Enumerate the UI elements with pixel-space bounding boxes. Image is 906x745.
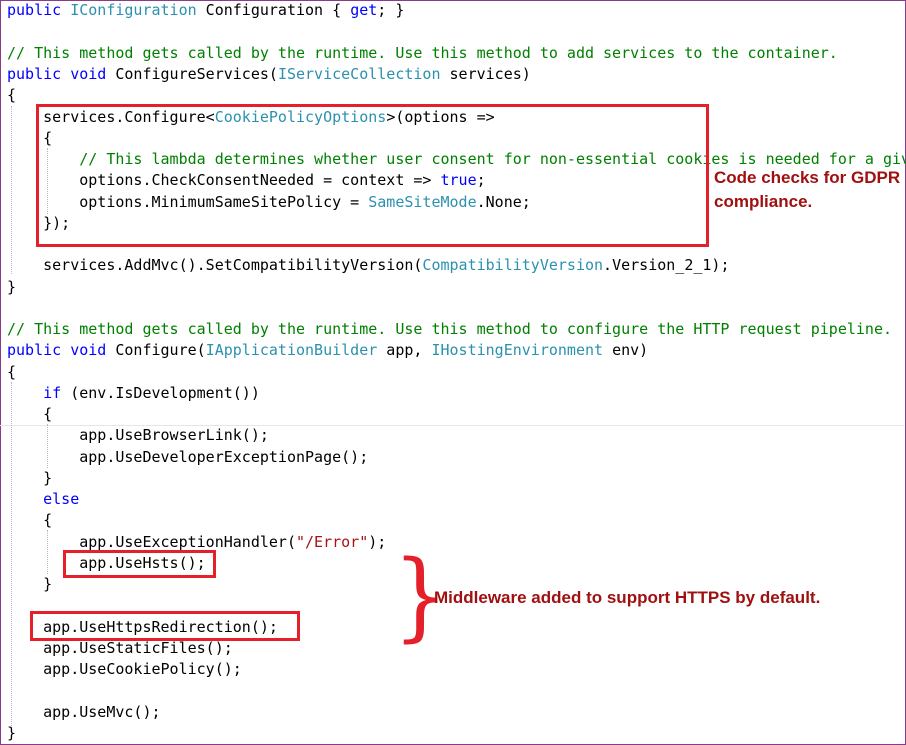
code-token: public (7, 341, 62, 359)
gdpr-annotation: Code checks for GDPR compliance. (714, 166, 900, 214)
code-token: public (7, 1, 62, 19)
code-line: app.UseMvc(); (7, 702, 161, 723)
code-token: env) (603, 341, 649, 359)
code-token: if (43, 384, 62, 402)
code-token: { (7, 405, 53, 423)
code-token: app.UseBrowserLink(); (7, 426, 269, 444)
code-token: { (7, 511, 53, 529)
code-line: { (7, 85, 16, 106)
code-line: { (7, 404, 52, 425)
code-token: Configuration { (196, 1, 351, 19)
code-line: app.UseDeveloperExceptionPage(); (7, 447, 368, 468)
https-annotation: Middleware added to support HTTPS by def… (434, 588, 821, 607)
code-token: app.UseDeveloperExceptionPage(); (7, 448, 369, 466)
code-token: app.UseCookiePolicy(); (7, 660, 242, 678)
code-token: (env.IsDevelopment()) (61, 384, 260, 402)
code-line: services.AddMvc().SetCompatibilityVersio… (7, 255, 729, 276)
code-token: } (7, 278, 17, 296)
code-token: // This method gets called by the runtim… (7, 320, 893, 338)
code-token: get (350, 1, 378, 19)
code-token: // This method gets called by the runtim… (7, 44, 838, 62)
code-token: void (70, 65, 107, 83)
code-token: void (70, 341, 107, 359)
code-line: public IConfiguration Configuration { ge… (7, 0, 404, 21)
code-token: services) (440, 65, 531, 83)
usehsts-highlight-box (63, 550, 216, 578)
code-token: { (7, 363, 17, 381)
code-token: .Version_2_1); (603, 256, 730, 274)
gdpr-annotation-line-2: compliance. (714, 192, 813, 211)
code-line: public void Configure(IApplicationBuilde… (7, 340, 648, 361)
gdpr-annotation-line-1: Code checks for GDPR (714, 168, 901, 187)
cookie-policy-highlight-box (36, 104, 709, 247)
code-token: } (7, 724, 17, 742)
code-token: else (43, 490, 80, 508)
code-line: } (7, 277, 16, 298)
code-line: { (7, 510, 52, 531)
code-token: { (7, 86, 17, 104)
code-token: Configure( (106, 341, 206, 359)
code-token: app.UseMvc(); (7, 703, 161, 721)
code-line: public void ConfigureServices(IServiceCo… (7, 64, 531, 85)
code-line: else (7, 489, 79, 510)
code-token: app.UseExceptionHandler( (7, 533, 296, 551)
code-token: IConfiguration (70, 1, 197, 19)
code-line: } (7, 468, 52, 489)
code-token: IApplicationBuilder (205, 341, 378, 359)
code-token: app.UseStaticFiles(); (7, 639, 233, 657)
code-token: CompatibilityVersion (422, 256, 604, 274)
code-line: app.UseBrowserLink(); (7, 425, 269, 446)
code-line: } (7, 723, 16, 744)
code-line: app.UseStaticFiles(); (7, 638, 233, 659)
code-token: ; } (377, 1, 405, 19)
code-line: } (7, 574, 52, 595)
code-line: app.UseCookiePolicy(); (7, 659, 242, 680)
code-token: "/Error" (295, 533, 369, 551)
code-token: public (7, 65, 62, 83)
code-token: IHostingEnvironment (431, 341, 604, 359)
code-line: // This method gets called by the runtim… (7, 319, 892, 340)
code-token: } (7, 575, 53, 593)
code-token: } (7, 469, 53, 487)
code-token: ConfigureServices( (106, 65, 278, 83)
code-line: // This method gets called by the runtim… (7, 43, 838, 64)
code-token: ); (368, 533, 387, 551)
code-line: if (env.IsDevelopment()) (7, 383, 260, 404)
usehttpsredirection-highlight-box (30, 611, 300, 641)
code-token: IServiceCollection (277, 65, 441, 83)
code-token: app, (377, 341, 432, 359)
code-token: services.AddMvc().SetCompatibilityVersio… (7, 256, 423, 274)
code-line: { (7, 362, 16, 383)
